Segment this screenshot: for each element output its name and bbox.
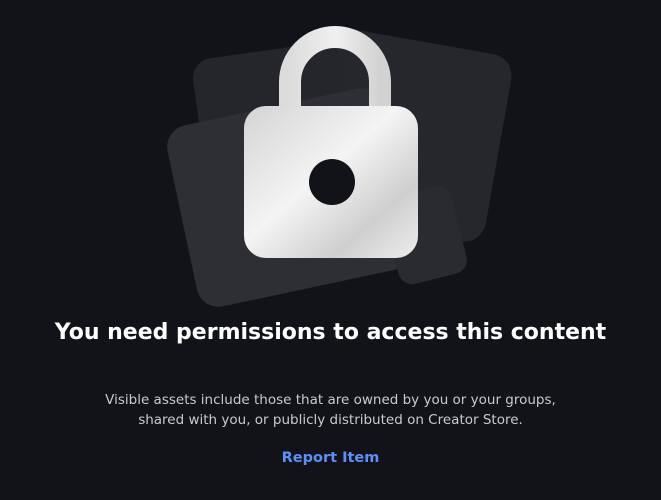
- permission-title: You need permissions to access this cont…: [54, 320, 607, 345]
- lock-keyhole: [309, 159, 355, 205]
- locked-content-illustration: [150, 20, 520, 310]
- report-item-link[interactable]: Report Item: [0, 448, 661, 468]
- report-item-label: Report Item: [281, 450, 380, 466]
- permission-description: Visible assets include those that are ow…: [105, 392, 556, 428]
- lock-illustration-svg: [167, 26, 512, 307]
- permission-page: You need permissions to access this cont…: [0, 0, 661, 500]
